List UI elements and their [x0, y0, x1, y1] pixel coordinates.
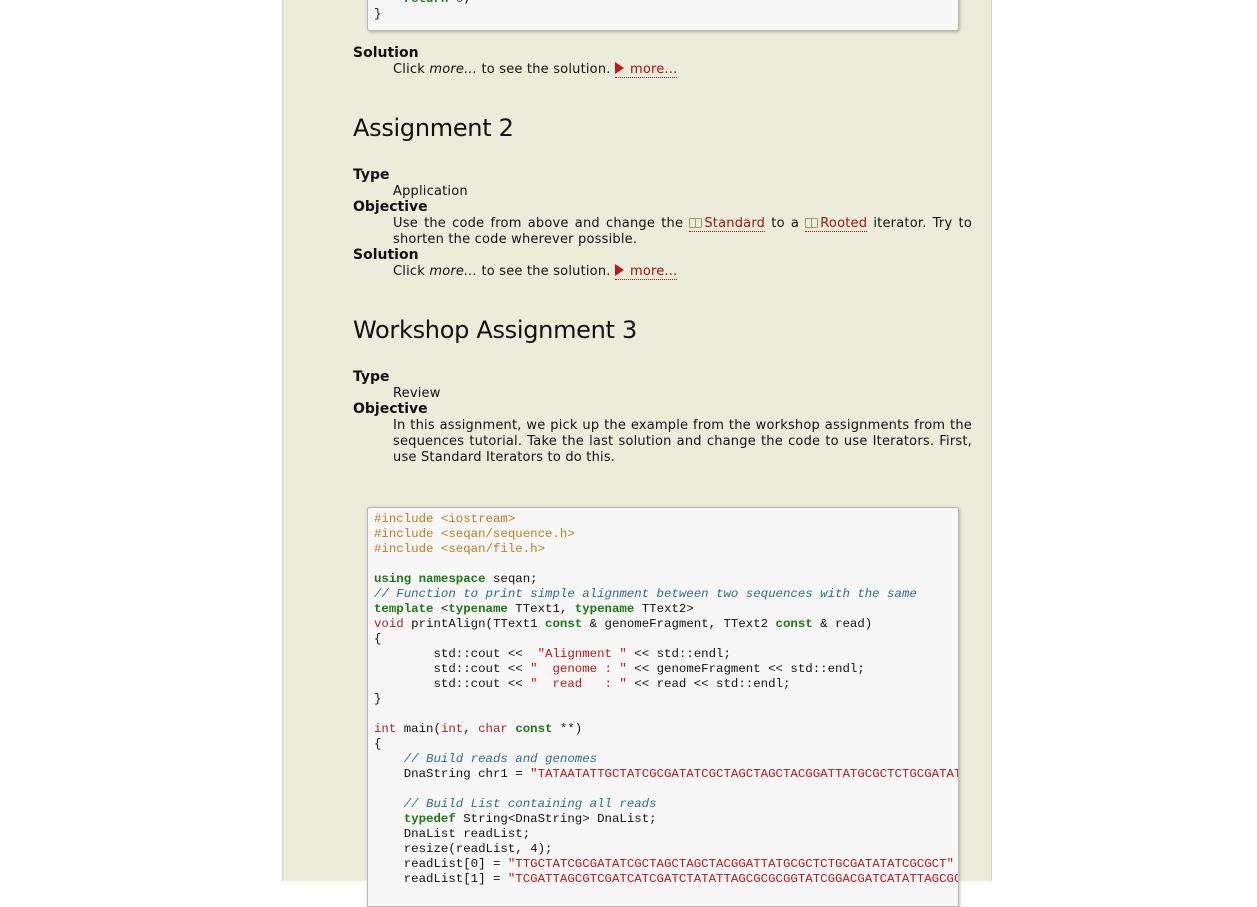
- solution-text: Click more... to see the solution. more.…: [393, 264, 678, 280]
- heading-workshop-assignment-3: Workshop Assignment 3: [353, 316, 637, 344]
- code-block-main: #include <iostream> #include <seqan/sequ…: [367, 507, 959, 907]
- heading-assignment-2: Assignment 2: [353, 114, 514, 142]
- more-link[interactable]: more...: [614, 264, 678, 280]
- type-label: Type: [353, 167, 390, 183]
- code-block-previous: return 0;}: [367, 0, 959, 31]
- expand-triangle-icon: [614, 62, 624, 74]
- solution-label: Solution: [353, 247, 419, 263]
- type-value: Application: [393, 184, 468, 199]
- more-link[interactable]: more...: [614, 62, 678, 78]
- book-icon: [689, 218, 703, 228]
- objective-text: Use the code from above and change the S…: [393, 216, 973, 247]
- type-value: Review: [393, 386, 441, 401]
- solution-text: Click more... to see the solution. more.…: [393, 62, 678, 78]
- link-standard[interactable]: Standard: [689, 216, 766, 232]
- expand-triangle-icon: [614, 264, 624, 276]
- page-column: return 0;} Solution Click more... to see…: [282, 0, 992, 907]
- code-keyword-return: return: [404, 0, 449, 6]
- solution-label: Solution: [353, 45, 419, 61]
- book-icon: [805, 218, 819, 228]
- objective-text: In this assignment, we pick up the examp…: [393, 418, 972, 465]
- objective-label: Objective: [353, 199, 428, 215]
- link-rooted[interactable]: Rooted: [805, 216, 868, 232]
- type-label: Type: [353, 369, 390, 385]
- objective-label: Objective: [353, 401, 428, 417]
